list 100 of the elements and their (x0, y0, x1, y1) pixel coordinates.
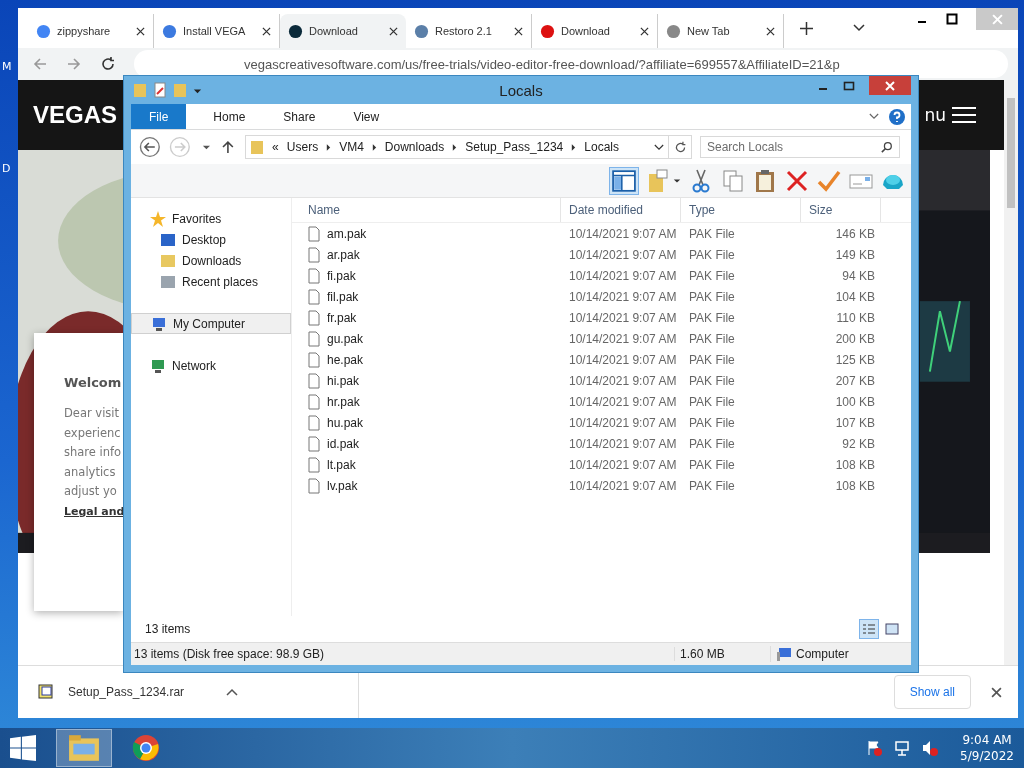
file-name[interactable]: hi.pak (327, 373, 360, 388)
address-bar[interactable]: vegascreativesoftware.com/us/free-trials/video-editor-free-download/?affiliate=699557&AffiliateID=21&p (134, 50, 1008, 78)
scrollbar[interactable] (1004, 80, 1018, 665)
close-icon[interactable] (136, 26, 145, 36)
close-button[interactable] (869, 76, 911, 95)
nav-item[interactable]: My Computer (131, 313, 291, 334)
file-icon (308, 225, 320, 242)
table-cell-text: PAK File (688, 289, 736, 304)
ribbon-tab[interactable]: View (334, 104, 399, 129)
delete-icon[interactable] (785, 168, 809, 193)
table-cell-text: 110 KB (835, 310, 875, 325)
file-name[interactable]: fr.pak (327, 310, 357, 325)
close-icon[interactable] (262, 26, 271, 36)
flag-icon[interactable] (866, 740, 883, 756)
table-cell-text: PAK File (688, 247, 736, 262)
table-cell-text: 125 KB (834, 352, 875, 367)
site-logo[interactable]: VEGAS (33, 101, 118, 129)
ribbon-tab[interactable]: Home (194, 104, 265, 129)
reload-icon[interactable] (100, 56, 116, 72)
expand-ribbon-icon[interactable] (869, 113, 879, 120)
file-name[interactable]: am.pak (327, 226, 367, 241)
archive-icon (38, 684, 54, 700)
ribbon-tab[interactable]: Share (264, 104, 335, 129)
thumbnails-view-button[interactable] (883, 620, 901, 638)
status-text: Computer (796, 647, 849, 661)
file-name[interactable]: fi.pak (327, 268, 356, 283)
clipboard-icon[interactable] (753, 168, 777, 193)
network-icon[interactable] (894, 740, 911, 756)
show-all-button[interactable]: Show all (893, 675, 971, 709)
preview-pane-button[interactable] (609, 166, 639, 195)
up-icon[interactable] (222, 140, 235, 154)
table-cell-text: 108 KB (834, 457, 875, 472)
file-name[interactable]: gu.pak (327, 331, 364, 346)
details-view-button[interactable] (859, 619, 879, 639)
table-cell-text: 92 KB (841, 436, 875, 451)
volume-muted-icon[interactable] (922, 740, 939, 756)
ribbon-tab[interactable]: File (131, 104, 187, 129)
new-tab-icon[interactable] (800, 21, 813, 35)
start-icon[interactable] (10, 735, 36, 761)
dropdown-icon[interactable] (673, 176, 681, 185)
close-icon[interactable] (514, 26, 523, 36)
back-icon[interactable] (32, 56, 48, 72)
menu-icon[interactable] (952, 106, 976, 124)
file-icon (308, 267, 320, 284)
nav-item[interactable]: Desktop (131, 229, 291, 250)
properties-icon[interactable] (153, 82, 167, 98)
cookie-text: Dear visit (64, 405, 120, 422)
close-icon[interactable] (389, 26, 398, 36)
maximize-icon[interactable] (946, 13, 958, 25)
browser-tab[interactable]: Download (280, 14, 406, 48)
search-field[interactable]: Search Locals (700, 136, 900, 158)
download-file-name[interactable]: Setup_Pass_1234.rar (68, 685, 185, 699)
maximize-icon[interactable] (843, 80, 855, 92)
close-icon[interactable] (766, 26, 775, 36)
clock-date[interactable]: 5/9/2022 (960, 748, 1014, 764)
star-icon (150, 210, 166, 227)
file-name[interactable]: hr.pak (327, 394, 360, 409)
monitor-icon (151, 315, 167, 332)
back-icon[interactable] (139, 136, 161, 158)
column-header[interactable]: Type (681, 198, 801, 222)
table-cell-text: 108 KB (834, 478, 875, 493)
file-name[interactable]: lv.pak (327, 478, 358, 493)
nav-item[interactable]: Recent places (131, 271, 291, 292)
file-name[interactable]: ar.pak (327, 247, 360, 262)
column-header[interactable]: Name (292, 198, 561, 222)
folder-icon (68, 734, 100, 762)
legal-link[interactable]: Legal and (64, 501, 125, 521)
table-cell-text: PAK File (688, 394, 736, 409)
table-cell-text: PAK File (688, 352, 736, 367)
desktop-icon-label: M (2, 60, 12, 73)
close-icon[interactable] (991, 686, 1002, 698)
chevron-icon[interactable] (226, 688, 239, 696)
menu-link[interactable]: nu (924, 105, 946, 125)
search-icon[interactable] (881, 141, 893, 153)
file-name[interactable]: hu.pak (327, 415, 364, 430)
file-name[interactable]: id.pak (327, 436, 360, 451)
column-header[interactable]: Size (801, 198, 881, 222)
help-icon[interactable] (889, 108, 905, 125)
clock-time[interactable]: 9:04 AM (962, 732, 1012, 748)
address-bar[interactable]: « Users VM4 Downloads Setup_Pass_1234 Locals (245, 135, 670, 159)
file-icon (308, 456, 320, 473)
file-icon (308, 246, 320, 263)
refresh-button[interactable] (669, 135, 692, 159)
table-cell-text: PAK File (688, 478, 736, 493)
nav-item[interactable]: Downloads (131, 250, 291, 271)
tab-search-icon[interactable] (853, 24, 865, 32)
forward-icon[interactable] (66, 56, 82, 72)
table-cell-text: 10/14/2021 9:07 AM (568, 268, 678, 283)
nav-item[interactable]: Network (131, 355, 291, 376)
table-cell-text: PAK File (688, 457, 736, 472)
file-name[interactable]: fil.pak (327, 289, 359, 304)
cookie-text: analytics (64, 463, 116, 481)
file-name[interactable]: lt.pak (327, 457, 356, 472)
nav-item[interactable]: Favorites (131, 208, 291, 229)
checkmark-icon[interactable] (817, 168, 841, 193)
column-header[interactable]: Date modified (561, 198, 681, 222)
table-cell-text: 200 KB (834, 331, 875, 346)
table-cell-text: PAK File (688, 268, 736, 283)
file-name[interactable]: he.pak (327, 352, 364, 367)
close-icon[interactable] (640, 26, 649, 36)
